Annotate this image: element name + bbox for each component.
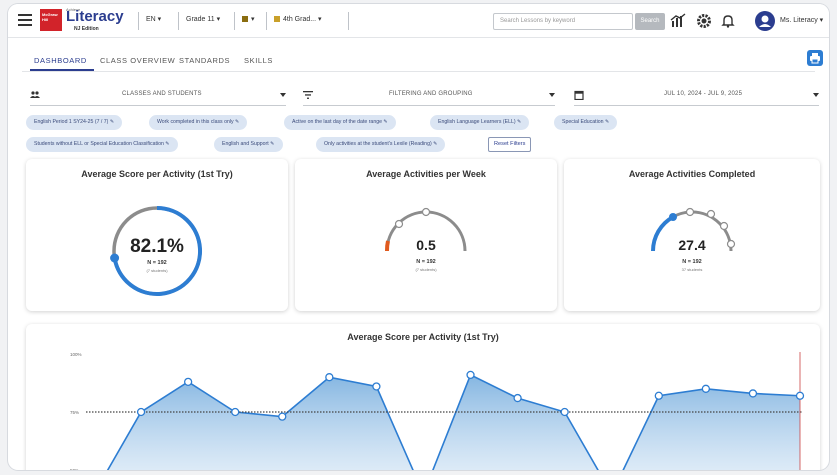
user-icon <box>759 15 771 27</box>
metric-sub: (7 students) <box>415 267 437 272</box>
chip-label: Active on the last day of the date range <box>292 119 382 125</box>
metric-card-activities-completed: Average Activities Completed 27.4 N = 19… <box>564 159 820 311</box>
metric-value: 82.1% <box>130 236 184 257</box>
menu-icon[interactable] <box>18 14 32 26</box>
activities-completed-gauge <box>651 207 736 252</box>
filter-chip-ell[interactable]: English Language Learners (ELL) ✎ <box>430 115 530 130</box>
notification-bell-icon[interactable] <box>720 13 736 29</box>
filter-chip-english-support[interactable]: English and Support ✎ <box>214 137 283 152</box>
reset-filters-button[interactable]: Reset Filters <box>488 137 532 152</box>
filter-chip-active[interactable]: Active on the last day of the date range… <box>284 115 396 130</box>
chip-label: English Language Learners (ELL) <box>438 119 516 125</box>
brand-logo: McGraw Hill <box>40 9 62 31</box>
calendar-icon <box>574 90 584 100</box>
data-point[interactable] <box>513 393 522 403</box>
data-point[interactable] <box>231 407 240 417</box>
data-point[interactable] <box>466 370 475 380</box>
app-window: McGraw Hill Achieve Literacy NJ Edition … <box>8 4 829 470</box>
tab-standards[interactable]: STANDARDS <box>179 56 230 65</box>
metric-card-average-score: Average Score per Activity (1st Try) 82.… <box>26 159 288 311</box>
divider <box>178 12 179 30</box>
average-score-area-chart: 100% 75% 50% <box>70 352 805 470</box>
language-label: EN <box>146 16 156 23</box>
color-dropdown[interactable]: ▾ <box>242 15 255 23</box>
chip-label: English and Support <box>222 141 269 147</box>
data-point[interactable] <box>560 407 569 417</box>
metric-n: N = 192 <box>682 259 702 265</box>
grade-dropdown[interactable]: Grade 11 ▾ <box>186 15 220 23</box>
chip-label: Special Education <box>562 119 604 125</box>
data-point[interactable] <box>654 391 663 400</box>
metric-card-activities-per-week: Average Activities per Week 0.5 N = 192 … <box>295 159 557 311</box>
chevron-down-icon <box>813 93 819 97</box>
language-dropdown[interactable]: EN ▾ <box>146 15 161 23</box>
avatar[interactable] <box>755 11 775 31</box>
classes-students-label: CLASSES AND STUDENTS <box>122 91 202 97</box>
tabs-divider <box>22 71 815 72</box>
y-tick-label: 50% <box>70 468 79 470</box>
data-point[interactable] <box>795 391 805 400</box>
metric-n: N = 192 <box>416 259 436 265</box>
reports-icon[interactable] <box>670 13 686 29</box>
data-point[interactable] <box>278 412 287 421</box>
filter-chip-lexile[interactable]: Only activities at the student's Lexile … <box>316 137 446 152</box>
user-name: Ms. Literacy <box>780 17 818 24</box>
class-dropdown[interactable]: 4th Grad... ▾ <box>274 15 322 23</box>
filtering-grouping-dropdown[interactable]: FILTERING AND GROUPING <box>303 88 555 106</box>
top-bar: McGraw Hill Achieve Literacy NJ Edition … <box>8 4 829 38</box>
date-range-dropdown[interactable]: JUL 10, 2024 - JUL 9, 2025 <box>574 88 819 106</box>
average-score-chart-card: Average Score per Activity (1st Try) 100… <box>26 324 820 470</box>
metric-value: 0.5 <box>416 237 436 253</box>
printer-icon <box>810 53 820 64</box>
logo-title: Literacy <box>66 8 124 25</box>
chip-label: Students without ELL or Special Educatio… <box>34 141 164 147</box>
filter-chip-no-classification[interactable]: Students without ELL or Special Educatio… <box>26 137 178 152</box>
tab-dashboard[interactable]: DASHBOARD <box>34 56 87 65</box>
score-ring-gauge <box>110 206 202 296</box>
data-point[interactable] <box>748 389 758 398</box>
filter-chip-class[interactable]: English Period 1 SY24-25 (7 / 7) ✎ <box>26 115 123 130</box>
divider <box>266 12 267 30</box>
search-input[interactable]: Search Lessons by keyword <box>493 13 633 30</box>
metric-sub: (7 students) <box>146 268 168 273</box>
filter-chip-work-completed[interactable]: Work completed in this class only ✎ <box>149 115 248 130</box>
class-label: 4th Grad... <box>283 16 317 23</box>
chevron-down-icon <box>549 93 555 97</box>
search-button[interactable]: Search <box>635 13 665 30</box>
chip-label: Only activities at the student's Lexile … <box>324 141 432 147</box>
chip-label: Work completed in this class only <box>157 119 234 125</box>
logo-edition: NJ Edition <box>74 26 99 32</box>
y-tick-label: 75% <box>70 410 79 415</box>
class-color-icon <box>274 16 280 23</box>
data-point[interactable] <box>701 384 711 393</box>
user-menu[interactable]: Ms. Literacy ▾ <box>780 16 823 24</box>
color-swatch-icon <box>242 16 248 23</box>
group-icon <box>30 91 40 98</box>
metric-sub: 37 students <box>681 267 703 272</box>
data-point[interactable] <box>372 382 381 391</box>
data-point[interactable] <box>325 373 334 382</box>
divider <box>234 12 235 30</box>
date-range-label: JUL 10, 2024 - JUL 9, 2025 <box>664 91 743 97</box>
divider <box>348 12 349 30</box>
data-point[interactable] <box>136 407 146 417</box>
filter-chip-special-education[interactable]: Special Education ✎ <box>554 115 618 130</box>
chip-label: English Period 1 SY24-25 (7 / 7) <box>34 119 109 125</box>
classes-students-dropdown[interactable]: CLASSES AND STUDENTS <box>30 88 286 106</box>
divider <box>138 12 139 30</box>
y-tick-label: 100% <box>70 352 82 357</box>
metric-n: N = 192 <box>147 260 167 266</box>
settings-gear-icon[interactable] <box>696 13 712 29</box>
print-button[interactable] <box>807 50 823 66</box>
filtering-grouping-label: FILTERING AND GROUPING <box>389 91 473 97</box>
metric-value: 27.4 <box>678 237 706 253</box>
grade-label: Grade 11 <box>186 16 215 23</box>
tab-class-overview[interactable]: CLASS OVERVIEW <box>100 56 175 65</box>
tab-skills[interactable]: SKILLS <box>244 56 273 65</box>
data-point[interactable] <box>183 377 193 386</box>
activities-week-gauge <box>384 207 467 252</box>
chevron-down-icon <box>280 93 286 97</box>
filter-icon <box>303 91 313 99</box>
